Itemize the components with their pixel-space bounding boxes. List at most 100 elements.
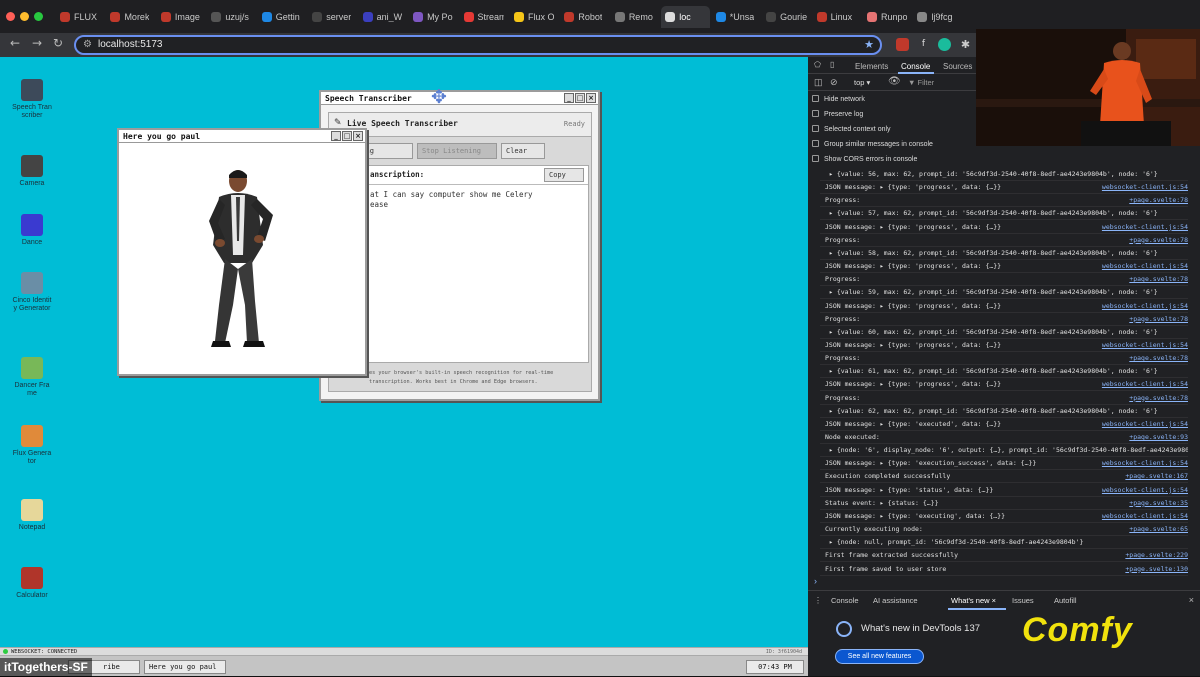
log-source-link[interactable]: websocket-client.js:54 xyxy=(1102,299,1188,312)
icon-camera[interactable]: Camera xyxy=(12,155,52,188)
clear-button[interactable]: Clear xyxy=(501,143,545,159)
forward-arrow-icon[interactable]: → xyxy=(32,36,42,50)
drawer-menu-icon[interactable]: ⋮ xyxy=(814,596,822,605)
paul-window-titlebar[interactable]: Here you go paul _ □ × xyxy=(119,130,365,143)
checkbox[interactable] xyxy=(812,125,819,132)
browser-tab[interactable]: Linux xyxy=(813,6,861,28)
taskbar-item-paul[interactable]: Here you go paul xyxy=(144,660,226,674)
stop-listening-button[interactable]: Stop Listening xyxy=(417,143,497,159)
speech-window-titlebar[interactable]: Speech Transcriber _ □ × xyxy=(321,92,598,105)
checkbox[interactable] xyxy=(812,155,819,162)
checkbox[interactable] xyxy=(812,140,819,147)
browser-tab[interactable]: FLUX xyxy=(56,6,104,28)
close-icon[interactable]: × xyxy=(353,131,363,141)
console-option[interactable]: Show CORS errors in console xyxy=(812,155,917,163)
log-source-link[interactable]: websocket-client.js:54 xyxy=(1102,509,1188,522)
extension-fx-icon[interactable]: f xyxy=(917,38,930,51)
close-icon[interactable]: × xyxy=(586,93,596,103)
eye-icon[interactable]: 👁 xyxy=(888,76,901,87)
see-all-features-button[interactable]: See all new features xyxy=(835,649,924,664)
tab-console[interactable]: Console xyxy=(901,62,930,71)
browser-tab[interactable]: Morek xyxy=(106,6,154,28)
log-source-link[interactable]: +page.svelte:65 xyxy=(1129,522,1188,535)
minimize-icon[interactable]: _ xyxy=(564,93,574,103)
log-source-link[interactable]: +page.svelte:78 xyxy=(1129,391,1188,404)
log-source-link[interactable]: websocket-client.js:54 xyxy=(1102,456,1188,469)
icon-dance[interactable]: Dance xyxy=(12,214,52,247)
log-source-link[interactable]: websocket-client.js:54 xyxy=(1102,180,1188,193)
browser-tab[interactable]: My Po xyxy=(409,6,457,28)
address-bar[interactable]: ⚙ localhost:5173 ★ xyxy=(74,35,882,55)
drawer-close-icon[interactable]: × xyxy=(1189,595,1194,605)
browser-tab[interactable]: *Unsa xyxy=(712,6,760,28)
tab-elements[interactable]: Elements xyxy=(855,62,888,71)
log-source-link[interactable]: +page.svelte:93 xyxy=(1129,430,1188,443)
icon-dancer-frame[interactable]: Dancer Frame xyxy=(12,357,52,398)
reload-icon[interactable]: ↻ xyxy=(53,36,63,50)
log-source-link[interactable]: +page.svelte:167 xyxy=(1125,469,1188,482)
icon-calculator[interactable]: Calculator xyxy=(12,567,52,600)
device-toggle-icon[interactable]: ▯ xyxy=(830,60,834,69)
log-source-link[interactable]: +page.svelte:78 xyxy=(1129,351,1188,364)
log-source-link[interactable]: websocket-client.js:54 xyxy=(1102,377,1188,390)
browser-tab[interactable]: Gettin xyxy=(258,6,306,28)
drawer-tab-autofill[interactable]: Autofill xyxy=(1054,596,1077,605)
log-source-link[interactable]: websocket-client.js:54 xyxy=(1102,259,1188,272)
icon-flux-generator[interactable]: Flux Generator xyxy=(12,425,52,466)
drawer-tab-console[interactable]: Console xyxy=(831,596,859,605)
extension-record-icon[interactable] xyxy=(896,38,909,51)
drawer-tab-ai-assistance[interactable]: AI assistance xyxy=(873,596,918,605)
checkbox[interactable] xyxy=(812,95,819,102)
log-source-link[interactable]: +page.svelte:78 xyxy=(1129,233,1188,246)
log-source-link[interactable]: websocket-client.js:54 xyxy=(1102,417,1188,430)
browser-tab[interactable]: Flux O xyxy=(510,6,558,28)
icon-speech-transcriber[interactable]: Speech Transcriber xyxy=(12,79,52,120)
browser-tab[interactable]: Gourie xyxy=(762,6,810,28)
sidebar-toggle-icon[interactable]: ◫ xyxy=(814,77,823,88)
log-source-link[interactable]: websocket-client.js:54 xyxy=(1102,220,1188,233)
console-option[interactable]: Group similar messages in console xyxy=(812,140,933,148)
browser-tab[interactable]: Stream xyxy=(460,6,508,28)
checkbox[interactable] xyxy=(812,110,819,117)
log-source-link[interactable]: +page.svelte:130 xyxy=(1125,562,1188,575)
drawer-tab-issues[interactable]: Issues xyxy=(1012,596,1034,605)
browser-tab[interactable]: uzuj/s xyxy=(207,6,255,28)
inspect-element-icon[interactable]: ⬠ xyxy=(814,60,821,69)
console-option[interactable]: Selected context only xyxy=(812,125,891,133)
site-info-icon[interactable]: ⚙ xyxy=(83,37,92,53)
browser-tab[interactable]: Remo xyxy=(611,6,659,28)
log-source-link[interactable]: +page.svelte:78 xyxy=(1129,272,1188,285)
bookmark-star-icon[interactable]: ★ xyxy=(864,37,874,53)
browser-tab[interactable]: lj9fcg xyxy=(913,6,961,28)
log-source-link[interactable]: websocket-client.js:54 xyxy=(1102,483,1188,496)
log-source-link[interactable]: +page.svelte:35 xyxy=(1129,496,1188,509)
close-window-button[interactable] xyxy=(6,12,15,21)
maximize-window-button[interactable] xyxy=(34,12,43,21)
extensions-puzzle-icon[interactable]: ✱ xyxy=(959,38,972,51)
icon-cinco-identity-generator[interactable]: Cinco Identity Generator xyxy=(12,272,52,313)
browser-tab[interactable]: Robot xyxy=(560,6,608,28)
log-source-link[interactable]: +page.svelte:229 xyxy=(1125,548,1188,561)
console-option[interactable]: Hide network xyxy=(812,95,865,103)
browser-tab[interactable]: Image xyxy=(157,6,205,28)
maximize-icon[interactable]: □ xyxy=(342,131,352,141)
browser-tab[interactable]: server xyxy=(308,6,356,28)
minimize-icon[interactable]: _ xyxy=(331,131,341,141)
copy-button[interactable]: Copy xyxy=(544,168,584,182)
icon-notepad[interactable]: Notepad xyxy=(12,499,52,532)
minimize-window-button[interactable] xyxy=(20,12,29,21)
log-source-link[interactable]: +page.svelte:78 xyxy=(1129,312,1188,325)
context-selector[interactable]: top ▾ xyxy=(854,78,870,87)
clear-console-icon[interactable]: ⊘ xyxy=(830,77,838,88)
console-option[interactable]: Preserve log xyxy=(812,110,863,118)
log-source-link[interactable]: +page.svelte:78 xyxy=(1129,193,1188,206)
browser-tab[interactable]: loc xyxy=(661,6,710,28)
extension-green-icon[interactable] xyxy=(938,38,951,51)
console-prompt-icon[interactable]: › xyxy=(814,576,817,586)
back-arrow-icon[interactable]: ← xyxy=(10,36,20,50)
browser-tab[interactable]: Runpo xyxy=(863,6,911,28)
maximize-icon[interactable]: □ xyxy=(575,93,585,103)
log-source-link[interactable]: websocket-client.js:54 xyxy=(1102,338,1188,351)
browser-tab[interactable]: ani_W xyxy=(359,6,407,28)
drawer-tab-whats-new[interactable]: What's new × xyxy=(951,596,996,605)
